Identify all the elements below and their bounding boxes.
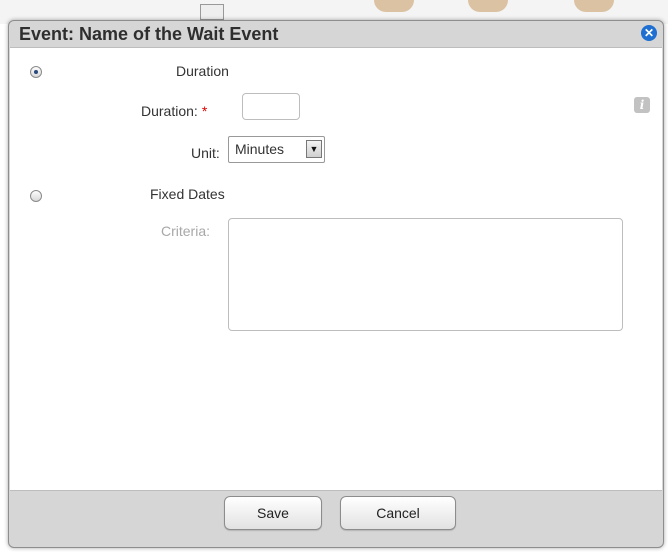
unit-select-value: Minutes: [235, 141, 285, 157]
cancel-button[interactable]: Cancel: [340, 496, 456, 530]
duration-label-text: Duration:: [141, 103, 198, 119]
criteria-label: Criteria:: [161, 223, 211, 239]
dialog-content: Duration Duration: * i Unit: Minutes ▼ Fi…: [10, 47, 662, 491]
info-icon[interactable]: i: [634, 97, 650, 113]
duration-option-label: Duration: [176, 63, 229, 79]
unit-select[interactable]: Minutes ▼: [228, 136, 325, 163]
background-node: [468, 0, 508, 12]
chevron-down-icon[interactable]: ▼: [306, 140, 322, 158]
save-button[interactable]: Save: [224, 496, 322, 530]
close-icon[interactable]: ✕: [641, 25, 657, 41]
fixed-dates-option-label: Fixed Dates: [150, 186, 225, 202]
duration-field-label: Duration: *: [141, 103, 207, 119]
criteria-textarea[interactable]: [228, 218, 623, 331]
unit-field-label: Unit:: [191, 145, 220, 161]
fixed-dates-radio[interactable]: [30, 190, 42, 202]
required-marker: *: [201, 103, 208, 119]
background-node: [374, 0, 414, 12]
dialog-title: Event: Name of the Wait Event: [19, 24, 279, 44]
duration-radio[interactable]: [30, 66, 42, 78]
duration-input[interactable]: [242, 93, 300, 120]
background-node: [574, 0, 614, 12]
wait-event-dialog: Event: Name of the Wait Event ✕ Duration…: [8, 20, 664, 548]
background-widget: [200, 4, 224, 20]
